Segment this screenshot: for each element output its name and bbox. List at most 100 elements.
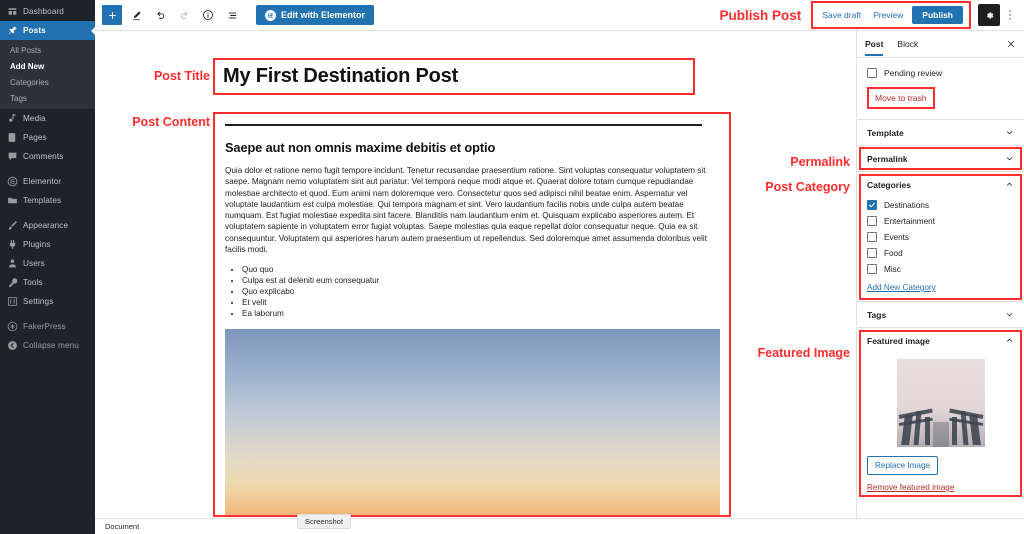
sidebar-label: Appearance [23, 221, 69, 230]
publish-actions-group: Save draft Preview Publish [811, 1, 971, 29]
content-paragraph[interactable]: Quia dolor et ratione nemo fugit tempore… [225, 165, 710, 255]
sidebar-item-fakerpress[interactable]: FakerPress [0, 317, 95, 336]
pending-review-row[interactable]: Pending review [857, 58, 1024, 83]
submenu-label: All Posts [10, 45, 42, 55]
sidebar-label: Comments [23, 152, 64, 161]
edit-with-elementor-button[interactable]: Edit with Elementor [256, 5, 375, 25]
sidebar-label: Elementor [23, 177, 62, 186]
categories-highlight [859, 174, 1022, 300]
editor-top-bar: Edit with Elementor Publish Post Save dr… [95, 0, 1024, 31]
sidebar-label: Collapse menu [23, 341, 79, 350]
panel-template-label: Template [867, 127, 904, 138]
fakerpress-icon [6, 320, 19, 333]
admin-sidebar: Dashboard Posts All Posts Add New Catego… [0, 0, 96, 534]
tools-pencil-button[interactable] [126, 5, 146, 25]
dashboard-icon [6, 5, 19, 18]
elementor-button-label: Edit with Elementor [281, 10, 366, 20]
permalink-highlight [859, 147, 1022, 170]
sidebar-item-dashboard[interactable]: Dashboard [0, 2, 95, 21]
posts-submenu: All Posts Add New Categories Tags [0, 40, 95, 109]
redo-button[interactable] [174, 5, 194, 25]
add-block-button[interactable] [102, 5, 122, 25]
editor-canvas: Post Title Post Content My First Destina… [95, 31, 855, 518]
sidebar-item-posts[interactable]: Posts [0, 21, 96, 40]
top-bar-left-tools: Edit with Elementor [95, 5, 375, 25]
sidebar-label: FakerPress [23, 322, 66, 331]
submenu-item-categories[interactable]: Categories [0, 74, 95, 90]
content-list[interactable]: Quo quo Culpa est at deleniti eum conseq… [225, 264, 719, 319]
close-icon[interactable] [1006, 39, 1016, 49]
panel-template-header[interactable]: Template [857, 120, 1024, 145]
sidebar-item-comments[interactable]: Comments [0, 147, 95, 166]
wordpress-block-editor: Dashboard Posts All Posts Add New Catego… [0, 0, 1024, 534]
user-icon [6, 257, 19, 270]
list-item: Quo explicabo [242, 286, 719, 297]
annotation-post-content: Post Content [132, 115, 210, 129]
sidebar-item-templates[interactable]: Templates [0, 191, 95, 210]
preview-button[interactable]: Preview [870, 8, 906, 22]
move-to-trash-wrap: Move to trash [857, 83, 1024, 119]
sidebar-label: Dashboard [23, 7, 64, 16]
panel-tags-header[interactable]: Tags [857, 302, 1024, 327]
sidebar-item-settings[interactable]: Settings [0, 292, 95, 311]
featured-image-thumbnail[interactable] [896, 359, 985, 447]
sidebar-label: Media [23, 114, 46, 123]
move-to-trash-button[interactable]: Move to trash [867, 87, 935, 109]
sidebar-item-media[interactable]: Media [0, 109, 95, 128]
panel-featured-image: Featured image Replace Image Remove feat… [857, 327, 1024, 501]
list-item: Et velit [242, 297, 719, 308]
post-title-field[interactable]: My First Destination Post [213, 58, 695, 95]
plug-icon [6, 238, 19, 251]
annotation-permalink: Permalink [790, 155, 850, 169]
pending-review-checkbox[interactable] [867, 68, 877, 78]
post-settings-sidebar: Post Block Pending review Move to trash … [856, 31, 1024, 518]
submenu-label: Add New [10, 61, 45, 71]
brush-icon [6, 219, 19, 232]
save-draft-button[interactable]: Save draft [819, 8, 864, 22]
separator-block [225, 124, 702, 126]
sidebar-label: Pages [23, 133, 47, 142]
more-options-button[interactable] [1002, 4, 1018, 26]
sidebar-item-tools[interactable]: Tools [0, 273, 95, 292]
list-item: Ea laborum [242, 308, 719, 319]
submenu-label: Categories [10, 77, 49, 87]
submenu-label: Tags [10, 93, 27, 103]
sidebar-label: Tools [23, 278, 43, 287]
annotation-post-category: Post Category [765, 180, 850, 194]
pending-review-label: Pending review [884, 68, 943, 78]
submenu-item-all-posts[interactable]: All Posts [0, 42, 95, 58]
content-image-block[interactable] [225, 329, 720, 516]
sidebar-tabs: Post Block [857, 31, 1024, 58]
elementor-icon [265, 9, 276, 21]
settings-gear-button[interactable] [978, 4, 1000, 26]
sidebar-item-collapse-menu[interactable]: Collapse menu [0, 336, 95, 355]
list-item: Quo quo [242, 264, 719, 275]
annotation-post-title: Post Title [153, 69, 210, 83]
submenu-item-tags[interactable]: Tags [0, 90, 95, 106]
list-view-button[interactable] [222, 5, 242, 25]
sidebar-item-appearance[interactable]: Appearance [0, 216, 95, 235]
page-icon [6, 131, 19, 144]
pin-icon [6, 24, 19, 37]
publish-button[interactable]: Publish [912, 6, 963, 24]
tab-block[interactable]: Block [897, 32, 918, 56]
sidebar-item-users[interactable]: Users [0, 254, 95, 273]
screenshot-tooltip: Screenshot [297, 514, 351, 529]
details-info-button[interactable] [198, 5, 218, 25]
tab-post[interactable]: Post [865, 32, 883, 56]
sidebar-item-elementor[interactable]: Elementor [0, 172, 95, 191]
document-breadcrumb[interactable]: Document [105, 522, 139, 531]
sidebar-item-plugins[interactable]: Plugins [0, 235, 95, 254]
post-content-area[interactable]: Saepe aut non omnis maxime debitis et op… [213, 112, 731, 517]
chevron-down-icon [1005, 128, 1014, 137]
editor-bottom-bar: Document [95, 518, 1024, 534]
panel-categories: Categories Destinations Entertainment Ev… [857, 171, 1024, 301]
sidebar-item-pages[interactable]: Pages [0, 128, 95, 147]
submenu-item-add-new[interactable]: Add New [0, 58, 95, 74]
undo-button[interactable] [150, 5, 170, 25]
wrench-icon [6, 276, 19, 289]
panel-permalink: Permalink [857, 145, 1024, 171]
sidebar-label: Settings [23, 297, 54, 306]
sidebar-label: Templates [23, 196, 62, 205]
content-heading[interactable]: Saepe aut non omnis maxime debitis et op… [225, 140, 719, 155]
